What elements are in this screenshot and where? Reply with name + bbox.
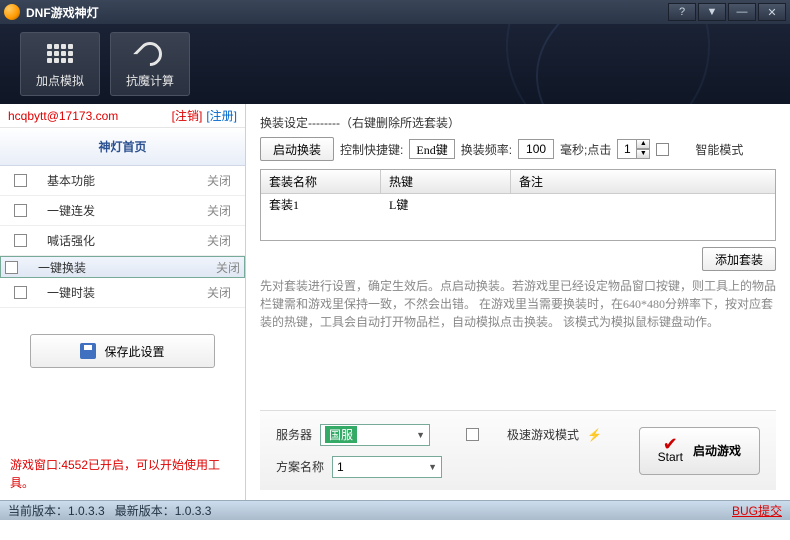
nav-item-combo[interactable]: 一键连发关闭 [0,196,245,226]
nav-item-shout[interactable]: 喊话强化关闭 [0,226,245,256]
nav-item-fashion[interactable]: 一键时装关闭 [0,278,245,308]
checkbox[interactable] [14,286,27,299]
tool-calc[interactable]: 抗魔计算 [110,32,190,96]
app-icon [4,4,20,20]
freq-label: 换装频率: [461,141,512,158]
col-hotkey[interactable]: 热键 [381,170,511,193]
nav-item-equip[interactable]: 一键换装关闭 [0,256,245,278]
latest-version: 最新版本：1.0.3.3 [115,502,212,519]
nav-header[interactable]: 神灯首页 [0,128,245,166]
bottom-bar: 服务器 国服▼ 极速游戏模式 ⚡ 方案名称 1▼ ✔Start 启动游戏 [260,410,776,490]
logout-link[interactable]: [注销] [172,107,203,124]
grid-icon [46,40,74,68]
tool-sim-label: 加点模拟 [36,72,84,89]
sidebar: hcqbytt@17173.com [注销] [注册] 神灯首页 基本功能关闭 … [0,104,246,500]
minimize-button[interactable]: — [728,3,756,21]
toolbar: 加点模拟 抗魔计算 [0,24,790,104]
user-row: hcqbytt@17173.com [注销] [注册] [0,104,245,128]
start-icon: ✔Start [658,438,683,464]
bolt-icon: ⚡ [587,428,602,442]
statusbar: 当前版本：1.0.3.3 最新版本：1.0.3.3 BUG提交 [0,500,790,520]
game-window-info: 游戏窗口:4552已开启，可以开始使用工具。 [0,448,245,500]
current-version: 当前版本：1.0.3.3 [8,502,105,519]
equip-table: 套装名称 热键 备注 套装1 L键 [260,169,776,241]
bug-report-link[interactable]: BUG提交 [732,502,782,519]
checkbox[interactable] [14,204,27,217]
hotkey-field[interactable]: End键 [409,139,454,159]
click-input[interactable] [617,139,637,159]
checkbox[interactable] [14,174,27,187]
table-row[interactable]: 套装1 L键 [261,194,775,215]
help-text: 先对套装进行设置，确定生效后。点启动换装。若游戏里已经设定物品窗口按键，则工具上… [260,277,776,410]
titlebar: DNF游戏神灯 ? ▼ — ✕ [0,0,790,24]
scheme-select[interactable]: 1▼ [332,456,442,478]
tool-calc-label: 抗魔计算 [126,72,174,89]
username: hcqbytt@17173.com [8,109,168,123]
close-button[interactable]: ✕ [758,3,786,21]
start-game-button[interactable]: ✔Start 启动游戏 [639,427,760,475]
server-select[interactable]: 国服▼ [320,424,430,446]
fast-label: 极速游戏模式 [507,426,579,443]
checkbox[interactable] [5,261,18,274]
col-note[interactable]: 备注 [511,170,775,193]
click-spinner[interactable]: ▲▼ [636,139,650,159]
dropdown-button[interactable]: ▼ [698,3,726,21]
app-title: DNF游戏神灯 [26,4,666,21]
freq-input[interactable] [518,139,554,159]
start-swap-button[interactable]: 启动换装 [260,137,334,161]
content-panel: 换装设定--------（右键删除所选套装） 启动换装 控制快捷键: End键 … [246,104,790,500]
register-link[interactable]: [注册] [206,107,237,124]
col-name[interactable]: 套装名称 [261,170,381,193]
disk-icon [80,343,96,359]
scheme-label: 方案名称 [276,458,324,475]
smart-label: 智能模式 [695,141,743,158]
swirl-icon [136,40,164,68]
smart-checkbox[interactable] [656,143,669,156]
save-settings-button[interactable]: 保存此设置 [30,334,215,368]
hotkey-label: 控制快捷键: [340,141,403,158]
nav-item-basic[interactable]: 基本功能关闭 [0,166,245,196]
checkbox[interactable] [14,234,27,247]
tool-sim[interactable]: 加点模拟 [20,32,100,96]
panel-title: 换装设定--------（右键删除所选套装） [260,114,776,131]
freq-unit: 毫秒;点击 [560,141,611,158]
fast-checkbox[interactable] [466,428,479,441]
help-button[interactable]: ? [668,3,696,21]
add-set-button[interactable]: 添加套装 [702,247,776,271]
server-label: 服务器 [276,426,312,443]
